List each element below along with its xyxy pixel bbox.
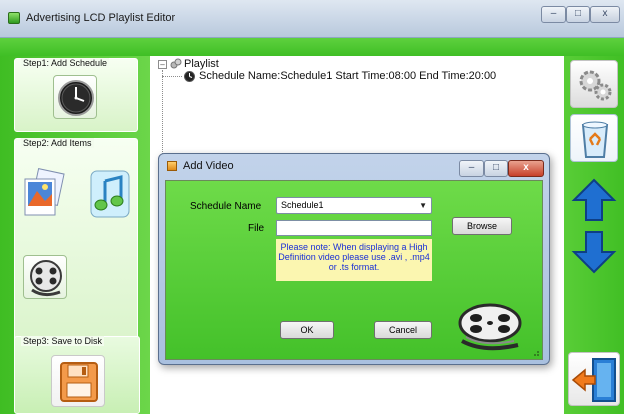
actions-panel	[564, 56, 624, 414]
add-music-button[interactable]	[87, 167, 133, 221]
exit-door-icon	[571, 358, 616, 402]
chevron-down-icon: ▼	[419, 201, 427, 210]
file-label: File	[248, 223, 265, 234]
format-note: Please note: When displaying a High Defi…	[276, 239, 432, 281]
floppy-disk-icon	[60, 362, 98, 402]
cancel-button[interactable]: Cancel	[374, 321, 432, 339]
delete-button[interactable]	[570, 114, 618, 162]
schedule-name-select[interactable]: Schedule1 ▼	[276, 197, 432, 214]
schedule-name-value: Schedule1	[281, 200, 324, 210]
dialog-title-bar: Add Video – □ x	[159, 154, 549, 178]
add-video-dialog: Add Video – □ x Schedule Name Schedule1 …	[158, 153, 550, 365]
file-input[interactable]	[276, 220, 432, 236]
header-band	[0, 38, 624, 56]
schedule-clock-icon	[184, 71, 195, 82]
gears-icon	[579, 70, 612, 101]
title-bar: Advertising LCD Playlist Editor – □ x	[0, 0, 624, 38]
add-schedule-button[interactable]	[53, 75, 97, 119]
recycle-bin-icon	[581, 121, 609, 158]
move-down-button[interactable]	[570, 228, 618, 276]
dialog-title: Add Video	[183, 160, 234, 172]
tree-node-playlist[interactable]: Playlist	[184, 58, 219, 70]
close-button[interactable]: x	[590, 6, 620, 23]
step1-label: Step1: Add Schedule	[21, 58, 110, 68]
move-up-button[interactable]	[570, 176, 618, 224]
add-video-button[interactable]	[23, 255, 67, 299]
dialog-close-button[interactable]: x	[508, 160, 544, 177]
window-title: Advertising LCD Playlist Editor	[26, 12, 176, 24]
tree-node-schedule[interactable]: Schedule Name:Schedule1 Start Time:08:00…	[199, 70, 496, 82]
tree-collapse-toggle[interactable]: –	[158, 60, 167, 69]
minimize-button[interactable]: –	[541, 6, 566, 23]
tree-connector-branch	[162, 76, 182, 77]
ok-button[interactable]: OK	[280, 321, 334, 339]
clock-icon	[58, 80, 94, 116]
save-to-disk-button[interactable]	[51, 355, 105, 407]
arrow-down-icon	[571, 231, 617, 274]
dialog-body: Schedule Name Schedule1 ▼ File Browse Pl…	[165, 180, 543, 360]
exit-button[interactable]	[568, 352, 620, 406]
step2-group: Step2: Add Items	[14, 138, 138, 362]
maximize-button[interactable]: □	[566, 6, 590, 23]
add-image-button[interactable]	[21, 167, 69, 221]
film-reel-icon	[458, 303, 522, 351]
dialog-maximize-button[interactable]: □	[484, 160, 508, 177]
settings-button[interactable]	[570, 60, 618, 108]
steps-panel: Step1: Add Schedule Step2: Add Items Ste…	[0, 56, 150, 414]
step1-group: Step1: Add Schedule	[14, 58, 138, 132]
dialog-app-icon	[167, 161, 177, 171]
arrow-up-icon	[571, 178, 617, 221]
app-icon	[8, 12, 20, 24]
dialog-minimize-button[interactable]: –	[459, 160, 484, 177]
playlist-icon	[170, 58, 182, 69]
step2-label: Step2: Add Items	[21, 138, 94, 148]
film-reel-icon	[30, 260, 62, 297]
browse-button[interactable]: Browse	[452, 217, 512, 235]
step3-label: Step3: Save to Disk	[21, 336, 105, 346]
schedule-name-label: Schedule Name	[190, 201, 262, 212]
main-window: Advertising LCD Playlist Editor – □ x St…	[0, 0, 624, 414]
music-icon	[90, 170, 130, 218]
image-icon	[24, 168, 65, 216]
step3-group: Step3: Save to Disk	[14, 336, 140, 414]
resize-grip-icon[interactable]	[530, 347, 540, 357]
